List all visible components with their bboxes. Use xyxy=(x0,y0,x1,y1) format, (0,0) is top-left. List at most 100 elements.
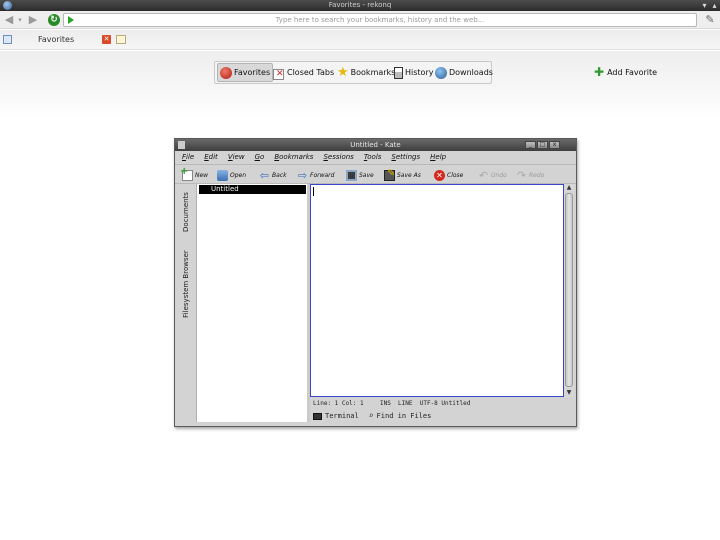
favorites-button[interactable]: Favorites xyxy=(217,63,274,82)
redo-label: Redo xyxy=(529,171,545,179)
save-icon xyxy=(346,169,357,181)
new-label: New xyxy=(195,171,209,179)
maximize-icon[interactable]: ▴ xyxy=(710,1,719,10)
menu-go[interactable]: Go xyxy=(255,151,265,163)
save-label: Save xyxy=(359,171,374,179)
documents-tab[interactable]: Documents xyxy=(179,186,193,238)
reload-icon[interactable]: ↻ xyxy=(48,14,60,26)
find-in-files-tab-label: Find in Files xyxy=(376,412,432,420)
close-label: Close xyxy=(447,171,464,179)
menu-view[interactable]: View xyxy=(228,151,245,163)
undo-label: Undo xyxy=(491,171,507,179)
downloads-label: Downloads xyxy=(449,68,493,77)
kate-toolbar: New Open ⇦ Back ⇨ Forward Save Save As ✕… xyxy=(175,164,576,184)
add-favorite-label: Add Favorite xyxy=(607,67,658,77)
back-arrow-icon: ⇦ xyxy=(259,168,270,182)
rekonq-app-icon xyxy=(3,1,12,10)
kate-close-icon[interactable]: x xyxy=(549,141,560,149)
terminal-tab[interactable]: Terminal xyxy=(313,410,359,422)
undo-button[interactable]: ↶ Undo xyxy=(478,168,507,182)
add-favorite-button[interactable]: ✚ Add Favorite xyxy=(594,65,658,79)
new-tab-icon[interactable] xyxy=(116,35,126,44)
menu-bookmarks[interactable]: Bookmarks xyxy=(274,151,313,163)
scrollbar-thumb[interactable] xyxy=(565,193,573,387)
menu-file[interactable]: File xyxy=(182,151,194,163)
url-placeholder: Type here to search your bookmarks, hist… xyxy=(275,16,485,24)
kate-title-bar: Untitled - Kate _ □ x xyxy=(175,139,576,151)
binoculars-icon: ⌕ xyxy=(368,411,374,420)
document-list: Untitled xyxy=(196,184,307,422)
save-button[interactable]: Save xyxy=(346,168,374,182)
forward-arrow-icon[interactable]: ▶ xyxy=(27,13,39,27)
kate-minimize-icon[interactable]: _ xyxy=(525,141,536,149)
menu-sessions[interactable]: Sessions xyxy=(323,151,353,163)
close-button[interactable]: ✕ Close xyxy=(434,168,463,182)
open-label: Open xyxy=(230,171,247,179)
tab-favorites[interactable]: Favorites xyxy=(38,34,74,46)
save-as-label: Save As xyxy=(397,171,421,179)
bookmarks-button[interactable]: ★ Bookmarks xyxy=(335,63,397,82)
closed-tabs-label: Closed Tabs xyxy=(287,68,335,77)
menu-tools[interactable]: Tools xyxy=(364,151,382,163)
documents-tab-label: Documents xyxy=(182,192,191,232)
kate-status-bar: Line: 1 Col: 1 INS LINE UTF-8 Untitled xyxy=(310,399,574,409)
redo-button[interactable]: ↷ Redo xyxy=(516,168,544,182)
browser-title-bar: Favorites - rekonq ▾ ▴ xyxy=(0,0,720,11)
open-button[interactable]: Open xyxy=(217,168,246,182)
tab-favicon-icon xyxy=(3,35,12,44)
go-arrow-icon xyxy=(68,16,74,24)
url-input[interactable]: Type here to search your bookmarks, hist… xyxy=(63,13,697,27)
tab-close-icon[interactable]: ✕ xyxy=(102,35,111,44)
favorites-label: Favorites xyxy=(234,68,271,77)
navigation-bar: ◀ ▾ ▶ ↻ Type here to search your bookmar… xyxy=(0,11,720,29)
closed-tabs-icon xyxy=(273,67,285,80)
bookmarks-label: Bookmarks xyxy=(350,68,396,77)
filesystem-browser-tab[interactable]: Filesystem Browser xyxy=(179,242,193,326)
plus-icon: ✚ xyxy=(594,65,605,79)
wrench-tools-icon[interactable]: ✎ xyxy=(703,13,717,27)
cursor-position: Line: 1 Col: 1 xyxy=(313,400,364,407)
terminal-tab-label: Terminal xyxy=(325,412,359,420)
menu-edit[interactable]: Edit xyxy=(204,151,218,163)
history-button[interactable]: History xyxy=(392,63,435,82)
editor-mode-status: INS LINE UTF-8 Untitled xyxy=(380,400,471,407)
menu-settings[interactable]: Settings xyxy=(391,151,420,163)
back-label: Back xyxy=(272,171,287,179)
forward-label: Forward xyxy=(310,171,335,179)
text-caret xyxy=(313,187,314,196)
closed-tabs-button[interactable]: Closed Tabs xyxy=(271,63,336,82)
kate-bottom-tabs: Terminal ⌕ Find in Files xyxy=(310,410,574,422)
back-arrow-icon[interactable]: ◀ xyxy=(3,13,15,27)
filesystem-browser-tab-label: Filesystem Browser xyxy=(182,250,190,318)
scroll-down-icon[interactable]: ▼ xyxy=(564,389,574,397)
undo-icon: ↶ xyxy=(478,168,489,182)
star-icon: ★ xyxy=(337,64,349,80)
menu-help[interactable]: Help xyxy=(430,151,446,163)
forward-arrow-icon: ⇨ xyxy=(297,168,308,182)
window-title: Favorites - rekonq xyxy=(328,1,392,9)
save-as-icon xyxy=(384,168,395,181)
terminal-icon xyxy=(313,412,322,420)
history-icon xyxy=(394,66,403,79)
redo-icon: ↷ xyxy=(516,168,527,182)
close-document-icon: ✕ xyxy=(434,169,445,181)
back-button[interactable]: ⇦ Back xyxy=(259,168,287,182)
document-item-untitled[interactable]: Untitled xyxy=(199,185,306,194)
text-editor-area[interactable] xyxy=(310,184,564,397)
downloads-icon xyxy=(435,66,447,79)
back-history-dropdown-icon[interactable]: ▾ xyxy=(16,13,24,27)
kate-menu-bar: File Edit View Go Bookmarks Sessions Too… xyxy=(175,151,576,163)
save-as-button[interactable]: Save As xyxy=(384,168,421,182)
minimize-icon[interactable]: ▾ xyxy=(700,1,709,10)
forward-button[interactable]: ⇨ Forward xyxy=(297,168,335,182)
kate-maximize-icon[interactable]: □ xyxy=(537,141,548,149)
editor-vertical-scrollbar[interactable]: ▲ ▼ xyxy=(564,184,574,397)
downloads-button[interactable]: Downloads xyxy=(433,63,495,82)
find-in-files-tab[interactable]: ⌕ Find in Files xyxy=(369,410,432,422)
new-button[interactable]: New xyxy=(180,166,209,182)
tab-bar: Favorites ✕ xyxy=(0,30,720,50)
new-document-icon xyxy=(180,166,193,181)
heart-icon xyxy=(220,66,232,79)
new-tab-page-toolbar: Favorites Closed Tabs ★ Bookmarks Histor… xyxy=(214,61,495,84)
scroll-up-icon[interactable]: ▲ xyxy=(564,184,574,192)
